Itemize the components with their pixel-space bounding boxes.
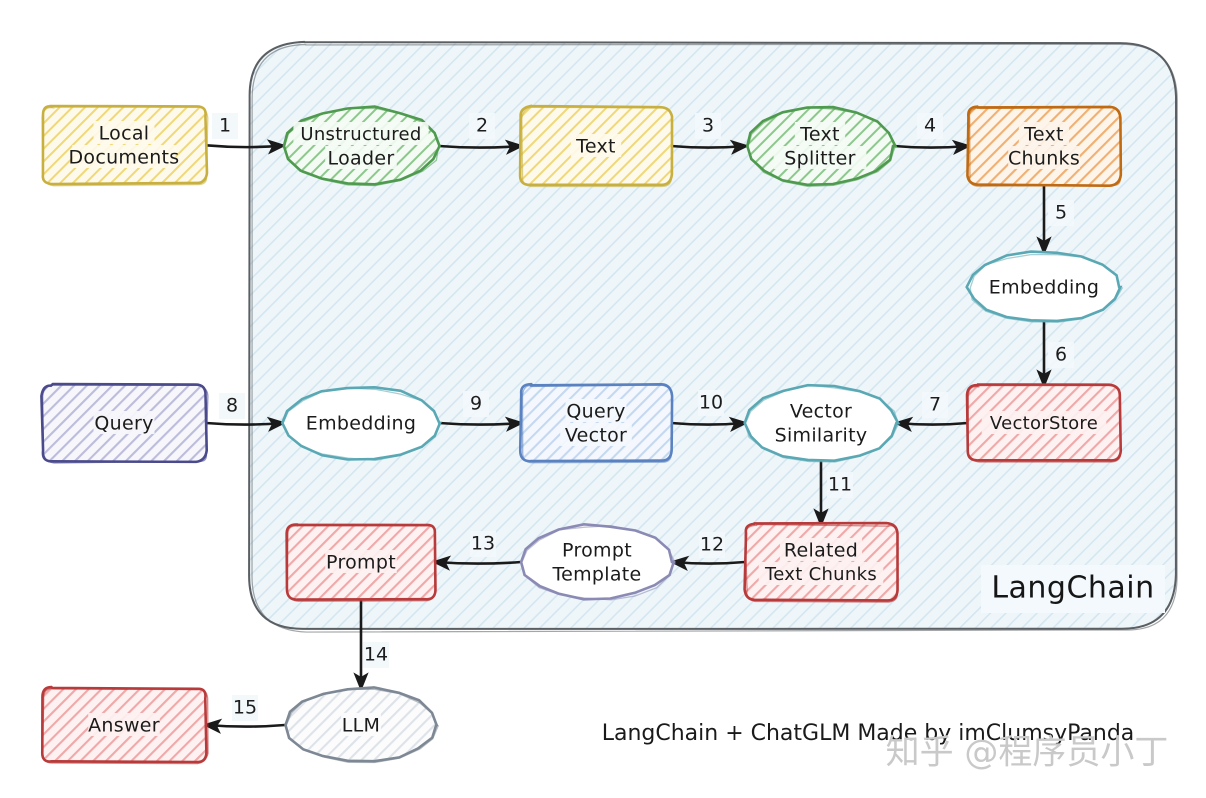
node-text-chunks[interactable]: TextChunks: [966, 105, 1123, 187]
node-label: Splitter: [784, 148, 855, 170]
edge-number-label: 15: [233, 697, 257, 719]
node-label: Text: [575, 136, 616, 158]
node-label: Vector: [565, 425, 627, 447]
node-label: Documents: [68, 147, 179, 169]
edge-number-label: 8: [226, 395, 238, 417]
edge-number-label: 7: [929, 394, 941, 416]
node-hatch: [520, 384, 673, 462]
node-label: Embedding: [989, 277, 1099, 299]
edge-number-label: 14: [364, 644, 388, 666]
edge-number-label: 11: [828, 474, 852, 496]
node-text[interactable]: Text: [518, 104, 674, 188]
edge-number-label: 9: [470, 393, 482, 415]
edge-number-label: 5: [1055, 202, 1067, 224]
node-related-text-chunks[interactable]: RelatedText Chunks: [743, 521, 899, 603]
edge-number-label: 12: [700, 534, 724, 556]
node-vector-similarity[interactable]: VectorSimilarity: [743, 383, 901, 463]
node-answer[interactable]: Answer: [40, 685, 209, 765]
node-vector-store[interactable]: VectorStore: [965, 383, 1123, 463]
edge-arrow: [204, 416, 287, 432]
node-label: Prompt: [562, 540, 632, 562]
watermark-label: 知乎 @程序员小丁: [886, 733, 1169, 773]
edge-number-label: 10: [699, 392, 723, 414]
langchain-group-label: LangChain: [991, 571, 1154, 606]
edge-e15: 15: [202, 695, 287, 734]
edge-number-label: 4: [924, 115, 936, 137]
node-label: Local: [99, 123, 150, 145]
node-query-vector[interactable]: QueryVector: [518, 382, 674, 464]
node-label: Embedding: [306, 413, 416, 435]
node-label: Text: [1023, 124, 1064, 146]
node-query[interactable]: Query: [40, 382, 209, 464]
edge-arrow: [204, 139, 287, 155]
node-label: Answer: [88, 715, 160, 737]
diagram-canvas: 1 2 3 4 5 6 7 8 9 10 11 12 13 14 15 Local Documents Unst…: [0, 0, 1206, 798]
node-prompt[interactable]: Prompt: [285, 523, 437, 602]
edge-arrow: [202, 718, 287, 734]
node-label: LLM: [342, 715, 380, 737]
node-label: Template: [551, 564, 641, 586]
node-embedding-query[interactable]: Embedding: [280, 385, 442, 461]
edge-number-label: 3: [702, 115, 714, 137]
edge-number-label: 6: [1055, 344, 1067, 366]
node-label: Unstructured: [300, 124, 421, 145]
node-label: Loader: [328, 148, 395, 170]
node-local-documents[interactable]: LocalDocuments: [41, 104, 209, 187]
edge-number-label: 2: [476, 115, 488, 137]
node-label: Prompt: [326, 552, 396, 574]
node-label: Query: [566, 401, 625, 423]
node-unstructured-loader[interactable]: Unstructured Loader: [282, 105, 441, 187]
edge-number-label: 13: [471, 533, 495, 555]
node-llm[interactable]: LLM: [284, 686, 440, 764]
node-hatch: [744, 523, 898, 601]
node-label: Similarity: [775, 425, 868, 447]
node-label: Chunks: [1008, 148, 1080, 170]
node-label: Related: [784, 540, 858, 562]
langchain-flow-diagram: 1 2 3 45678 9 101112131415 LocalDocumentsUnst…: [40, 40, 1178, 773]
node-embedding-doc[interactable]: Embedding: [965, 250, 1124, 323]
node-label: Text: [799, 124, 840, 146]
edge-number-label: 1: [219, 115, 231, 137]
node-label: Query: [94, 413, 153, 435]
node-label: Vector: [790, 401, 852, 423]
node-label: VectorStore: [990, 413, 1098, 434]
node-label: Text Chunks: [764, 564, 877, 585]
